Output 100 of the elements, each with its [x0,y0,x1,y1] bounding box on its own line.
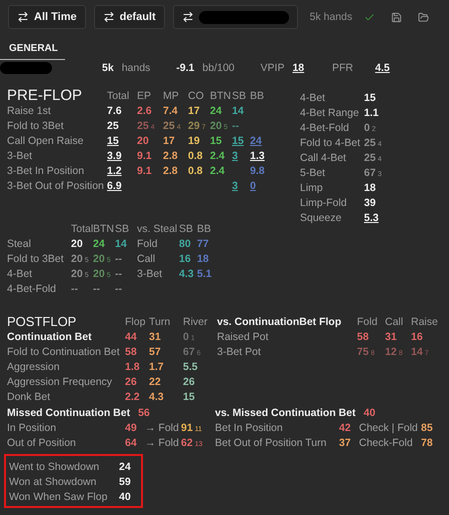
stat-label: 3-Bet In Position [7,164,86,176]
stat-value: 14 [115,238,128,250]
stat-value: 64 [125,436,138,448]
stat-value: 4.3 [149,390,165,402]
stat-value: 25 [107,120,120,132]
column-header: Total [107,90,130,102]
stat-value: 5k [102,62,114,74]
stat-label: 4-Bet [7,268,34,280]
stat-value: 58 [357,330,370,342]
stat-value: 7.6 [107,104,123,116]
stat-value: 9.8 [250,164,266,176]
column-header: BB [250,90,266,102]
stat-value[interactable]: 15 [232,134,250,146]
stat-value: 1.1 [364,106,380,118]
stat-label: vs. Missed Continuation Bet [215,406,356,418]
stat-value: 16 [411,330,424,342]
stat-value: 1.8 [125,360,141,372]
column-header: Call [385,316,404,328]
stat-value: 9.1 [137,150,153,162]
stat-label: hands [122,62,150,74]
stat-label: Won at Showdown [9,476,98,488]
stat-label: VPIP [260,62,284,74]
stat-value: 26 [183,376,196,388]
stat-label: Squeeze [300,212,342,224]
stat-label: Limp [300,182,324,194]
stat-value: 26 [125,376,138,388]
stat-value[interactable]: 4.5 [375,62,390,74]
stat-value: 20 [137,134,150,146]
stat-value: 2.4 [210,150,226,162]
column-header: SB [232,90,248,102]
stat-value: -- [232,120,240,132]
section-title: PRE-FLOP [7,87,84,104]
stat-value: 24 [210,104,223,116]
stat-value: 59 [119,476,132,488]
stat-value[interactable]: 18 [292,62,304,74]
stat-label: Check-Fold [358,436,414,448]
stat-label: In Position [7,422,58,434]
stat-label: Won When Saw Flop [9,490,108,502]
tab[interactable]: GENERAL [0,43,65,60]
section-title: POSTFLOP [7,314,78,329]
stat-value[interactable]: 3 [232,150,250,162]
stat-value[interactable]: 6.9 [107,180,137,192]
stat-label: bb/100 [202,62,235,74]
stat-value[interactable]: 15 [107,134,137,146]
stat-value: -- [115,268,123,280]
stat-label: Went to Showdown [9,460,100,472]
stat-value: 1.7 [149,360,165,372]
stat-label: 5-Bet [300,166,326,178]
stat-label: 3-Bet Out of Position [7,180,105,192]
column-header: Raise [411,316,437,328]
stat-label: Aggression [7,360,61,372]
stat-value: 2.8 [163,164,179,176]
column-header: BB [197,222,212,234]
stat-label: Check | Fold [358,422,419,434]
stat-label: 3-Bet [137,268,164,280]
filter-button[interactable]: default [94,5,165,29]
column-header: EP [137,90,152,102]
stat-label: Fold to Continuation Bet [7,346,121,358]
stat-value: 85 [421,422,434,434]
stat-value[interactable]: 5.3 [364,212,404,224]
stat-value: 15 [364,92,377,104]
stat-value: -9.1 [176,62,194,74]
stat-label: → Fold [145,422,180,434]
stat-value[interactable]: 1.2 [107,164,137,176]
stat-label: PFR [332,62,354,74]
stat-value: 78 [421,436,434,448]
stat-label: 4-Bet [300,92,326,104]
stat-value: 2.4 [210,164,226,176]
stat-value: -- [115,252,123,264]
stat-value: 18 [197,252,210,264]
stat-value: 77 [197,238,210,250]
stat-value: 39 [364,196,377,208]
column-header: SB [179,222,194,234]
stat-value: 57 [149,346,162,358]
stat-label: Fold to 3Bet [7,252,65,264]
stat-label: Call [137,252,156,264]
stat-value: 24 [119,460,132,472]
stat-label: Missed Continuation Bet [7,406,130,418]
stat-value: 19 [188,134,201,146]
stat-label: Fold to 3Bet [7,120,65,132]
stat-value[interactable]: 1.3 [250,150,272,162]
stat-label: 3-Bet Pot [217,346,262,358]
column-header: SB [115,222,130,234]
stat-value: 31 [385,330,398,342]
stat-value: 5.1 [197,268,213,280]
stat-label: Call Open Raise [7,134,84,146]
stat-value[interactable]: 3 [232,180,250,192]
stat-value[interactable]: 3.9 [107,150,137,162]
stat-label: Limp-Fold [300,196,348,208]
column-header: MP [163,90,180,102]
stat-value: 14 [232,104,245,116]
stat-label: 4-Bet-Fold [300,122,350,134]
column-header: Total [71,222,93,234]
stat-value: 31 [149,330,162,342]
stat-label: Fold to 4-Bet [300,136,362,148]
column-header: Flop [125,316,146,328]
stat-value: 18 [364,182,377,194]
stat-label: Bet Out of Position Turn [215,436,328,448]
stat-label: Fold [137,238,158,250]
filter-button[interactable]: All Time [8,5,86,29]
